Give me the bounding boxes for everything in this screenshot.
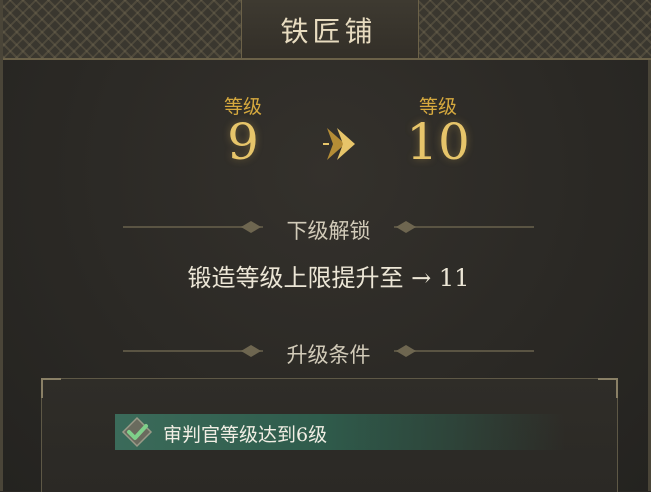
next-unlock-heading: 下级解锁 [286,219,371,243]
panel-title: 铁匠铺 [280,15,377,48]
box-corner-ornament [41,378,61,398]
checkmark-icon [121,416,153,448]
next-unlock-text: 锻造等级上限提升至 → 11 [187,264,470,292]
panel-header: 铁匠铺 [3,0,651,60]
condition-text: 审判官等级达到6级 [163,424,328,446]
upgrade-conditions-heading: 升级条件 [286,343,371,367]
box-corner-ornament [598,378,618,398]
next-level-value: 10 [406,113,470,171]
blacksmith-panel: 铁匠铺 等级 9 等级 10 下级解锁 锻造等级上限提升至 → 11 升级条件 … [0,0,651,492]
current-level-value: 9 [227,113,259,171]
upgrade-arrow-icon [323,128,355,160]
